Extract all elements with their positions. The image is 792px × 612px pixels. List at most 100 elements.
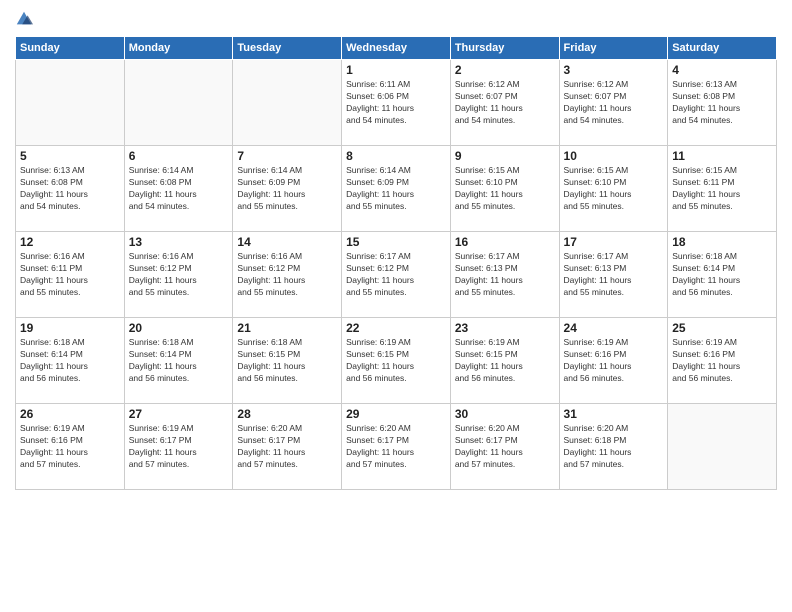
weekday-header-wednesday: Wednesday bbox=[342, 37, 451, 60]
day-number: 2 bbox=[455, 63, 555, 77]
day-info: Sunrise: 6:19 AMSunset: 6:15 PMDaylight:… bbox=[346, 337, 446, 385]
day-number: 3 bbox=[564, 63, 664, 77]
calendar: SundayMondayTuesdayWednesdayThursdayFrid… bbox=[15, 36, 777, 490]
calendar-cell: 3 Sunrise: 6:12 AMSunset: 6:07 PMDaylight… bbox=[559, 60, 668, 146]
day-number: 27 bbox=[129, 407, 229, 421]
day-info: Sunrise: 6:20 AMSunset: 6:18 PMDaylight:… bbox=[564, 423, 664, 471]
calendar-cell bbox=[233, 60, 342, 146]
calendar-cell: 2 Sunrise: 6:12 AMSunset: 6:07 PMDaylight… bbox=[450, 60, 559, 146]
day-number: 23 bbox=[455, 321, 555, 335]
day-info: Sunrise: 6:14 AMSunset: 6:09 PMDaylight:… bbox=[237, 165, 337, 213]
day-number: 30 bbox=[455, 407, 555, 421]
day-info: Sunrise: 6:17 AMSunset: 6:12 PMDaylight:… bbox=[346, 251, 446, 299]
weekday-header-tuesday: Tuesday bbox=[233, 37, 342, 60]
calendar-cell: 4 Sunrise: 6:13 AMSunset: 6:08 PMDaylight… bbox=[668, 60, 777, 146]
calendar-cell: 10 Sunrise: 6:15 AMSunset: 6:10 PMDayligh… bbox=[559, 146, 668, 232]
day-number: 12 bbox=[20, 235, 120, 249]
calendar-cell: 15 Sunrise: 6:17 AMSunset: 6:12 PMDayligh… bbox=[342, 232, 451, 318]
day-number: 6 bbox=[129, 149, 229, 163]
week-row-0: 1 Sunrise: 6:11 AMSunset: 6:06 PMDaylight… bbox=[16, 60, 777, 146]
calendar-cell: 8Sunrise: 6:14 AMSunset: 6:09 PMDaylight… bbox=[342, 146, 451, 232]
weekday-header-saturday: Saturday bbox=[668, 37, 777, 60]
day-info: Sunrise: 6:18 AMSunset: 6:14 PMDaylight:… bbox=[672, 251, 772, 299]
day-number: 25 bbox=[672, 321, 772, 335]
calendar-cell: 17 Sunrise: 6:17 AMSunset: 6:13 PMDayligh… bbox=[559, 232, 668, 318]
calendar-cell: 24 Sunrise: 6:19 AMSunset: 6:16 PMDayligh… bbox=[559, 318, 668, 404]
logo-icon bbox=[15, 10, 33, 28]
calendar-cell bbox=[16, 60, 125, 146]
calendar-cell: 11Sunrise: 6:15 AMSunset: 6:11 PMDayligh… bbox=[668, 146, 777, 232]
day-info: Sunrise: 6:13 AMSunset: 6:08 PMDaylight:… bbox=[672, 79, 772, 127]
day-number: 16 bbox=[455, 235, 555, 249]
calendar-cell: 5Sunrise: 6:13 AMSunset: 6:08 PMDaylight… bbox=[16, 146, 125, 232]
calendar-cell bbox=[124, 60, 233, 146]
day-info: Sunrise: 6:17 AMSunset: 6:13 PMDaylight:… bbox=[564, 251, 664, 299]
weekday-header-friday: Friday bbox=[559, 37, 668, 60]
week-row-1: 5Sunrise: 6:13 AMSunset: 6:08 PMDaylight… bbox=[16, 146, 777, 232]
day-number: 22 bbox=[346, 321, 446, 335]
day-info: Sunrise: 6:19 AMSunset: 6:16 PMDaylight:… bbox=[20, 423, 120, 471]
day-info: Sunrise: 6:18 AMSunset: 6:14 PMDaylight:… bbox=[129, 337, 229, 385]
header bbox=[15, 10, 777, 28]
day-number: 31 bbox=[564, 407, 664, 421]
calendar-cell: 14Sunrise: 6:16 AMSunset: 6:12 PMDayligh… bbox=[233, 232, 342, 318]
calendar-cell: 19 Sunrise: 6:18 AMSunset: 6:14 PMDayligh… bbox=[16, 318, 125, 404]
day-info: Sunrise: 6:12 AMSunset: 6:07 PMDaylight:… bbox=[564, 79, 664, 127]
day-number: 18 bbox=[672, 235, 772, 249]
logo bbox=[15, 10, 37, 28]
week-row-4: 26 Sunrise: 6:19 AMSunset: 6:16 PMDayligh… bbox=[16, 404, 777, 490]
day-info: Sunrise: 6:16 AMSunset: 6:11 PMDaylight:… bbox=[20, 251, 120, 299]
week-row-2: 12 Sunrise: 6:16 AMSunset: 6:11 PMDayligh… bbox=[16, 232, 777, 318]
day-number: 4 bbox=[672, 63, 772, 77]
day-number: 10 bbox=[564, 149, 664, 163]
day-info: Sunrise: 6:19 AMSunset: 6:16 PMDaylight:… bbox=[564, 337, 664, 385]
calendar-cell: 16 Sunrise: 6:17 AMSunset: 6:13 PMDayligh… bbox=[450, 232, 559, 318]
day-info: Sunrise: 6:12 AMSunset: 6:07 PMDaylight:… bbox=[455, 79, 555, 127]
day-info: Sunrise: 6:19 AMSunset: 6:15 PMDaylight:… bbox=[455, 337, 555, 385]
calendar-cell: 21 Sunrise: 6:18 AMSunset: 6:15 PMDayligh… bbox=[233, 318, 342, 404]
calendar-cell: 13Sunrise: 6:16 AMSunset: 6:12 PMDayligh… bbox=[124, 232, 233, 318]
calendar-cell: 7 Sunrise: 6:14 AMSunset: 6:09 PMDaylight… bbox=[233, 146, 342, 232]
day-number: 9 bbox=[455, 149, 555, 163]
day-info: Sunrise: 6:18 AMSunset: 6:15 PMDaylight:… bbox=[237, 337, 337, 385]
calendar-cell: 27 Sunrise: 6:19 AMSunset: 6:17 PMDayligh… bbox=[124, 404, 233, 490]
day-info: Sunrise: 6:15 AMSunset: 6:10 PMDaylight:… bbox=[564, 165, 664, 213]
weekday-header-thursday: Thursday bbox=[450, 37, 559, 60]
calendar-cell: 31 Sunrise: 6:20 AMSunset: 6:18 PMDayligh… bbox=[559, 404, 668, 490]
calendar-cell: 26 Sunrise: 6:19 AMSunset: 6:16 PMDayligh… bbox=[16, 404, 125, 490]
day-info: Sunrise: 6:19 AMSunset: 6:17 PMDaylight:… bbox=[129, 423, 229, 471]
page: SundayMondayTuesdayWednesdayThursdayFrid… bbox=[0, 0, 792, 612]
day-info: Sunrise: 6:16 AMSunset: 6:12 PMDaylight:… bbox=[129, 251, 229, 299]
day-number: 21 bbox=[237, 321, 337, 335]
day-info: Sunrise: 6:20 AMSunset: 6:17 PMDaylight:… bbox=[346, 423, 446, 471]
day-info: Sunrise: 6:11 AMSunset: 6:06 PMDaylight:… bbox=[346, 79, 446, 127]
day-number: 11 bbox=[672, 149, 772, 163]
day-number: 24 bbox=[564, 321, 664, 335]
day-number: 17 bbox=[564, 235, 664, 249]
day-number: 19 bbox=[20, 321, 120, 335]
day-number: 14 bbox=[237, 235, 337, 249]
calendar-cell: 22 Sunrise: 6:19 AMSunset: 6:15 PMDayligh… bbox=[342, 318, 451, 404]
day-number: 1 bbox=[346, 63, 446, 77]
calendar-cell: 18 Sunrise: 6:18 AMSunset: 6:14 PMDayligh… bbox=[668, 232, 777, 318]
calendar-cell bbox=[668, 404, 777, 490]
day-number: 28 bbox=[237, 407, 337, 421]
calendar-cell: 6Sunrise: 6:14 AMSunset: 6:08 PMDaylight… bbox=[124, 146, 233, 232]
day-info: Sunrise: 6:17 AMSunset: 6:13 PMDaylight:… bbox=[455, 251, 555, 299]
week-row-3: 19 Sunrise: 6:18 AMSunset: 6:14 PMDayligh… bbox=[16, 318, 777, 404]
calendar-cell: 28Sunrise: 6:20 AMSunset: 6:17 PMDayligh… bbox=[233, 404, 342, 490]
day-number: 15 bbox=[346, 235, 446, 249]
weekday-header-sunday: Sunday bbox=[16, 37, 125, 60]
calendar-cell: 30Sunrise: 6:20 AMSunset: 6:17 PMDayligh… bbox=[450, 404, 559, 490]
day-number: 26 bbox=[20, 407, 120, 421]
day-info: Sunrise: 6:19 AMSunset: 6:16 PMDaylight:… bbox=[672, 337, 772, 385]
day-number: 29 bbox=[346, 407, 446, 421]
day-info: Sunrise: 6:18 AMSunset: 6:14 PMDaylight:… bbox=[20, 337, 120, 385]
day-info: Sunrise: 6:15 AMSunset: 6:10 PMDaylight:… bbox=[455, 165, 555, 213]
calendar-cell: 25 Sunrise: 6:19 AMSunset: 6:16 PMDayligh… bbox=[668, 318, 777, 404]
calendar-cell: 20Sunrise: 6:18 AMSunset: 6:14 PMDayligh… bbox=[124, 318, 233, 404]
calendar-cell: 23 Sunrise: 6:19 AMSunset: 6:15 PMDayligh… bbox=[450, 318, 559, 404]
calendar-cell: 1 Sunrise: 6:11 AMSunset: 6:06 PMDaylight… bbox=[342, 60, 451, 146]
day-number: 8 bbox=[346, 149, 446, 163]
day-number: 7 bbox=[237, 149, 337, 163]
